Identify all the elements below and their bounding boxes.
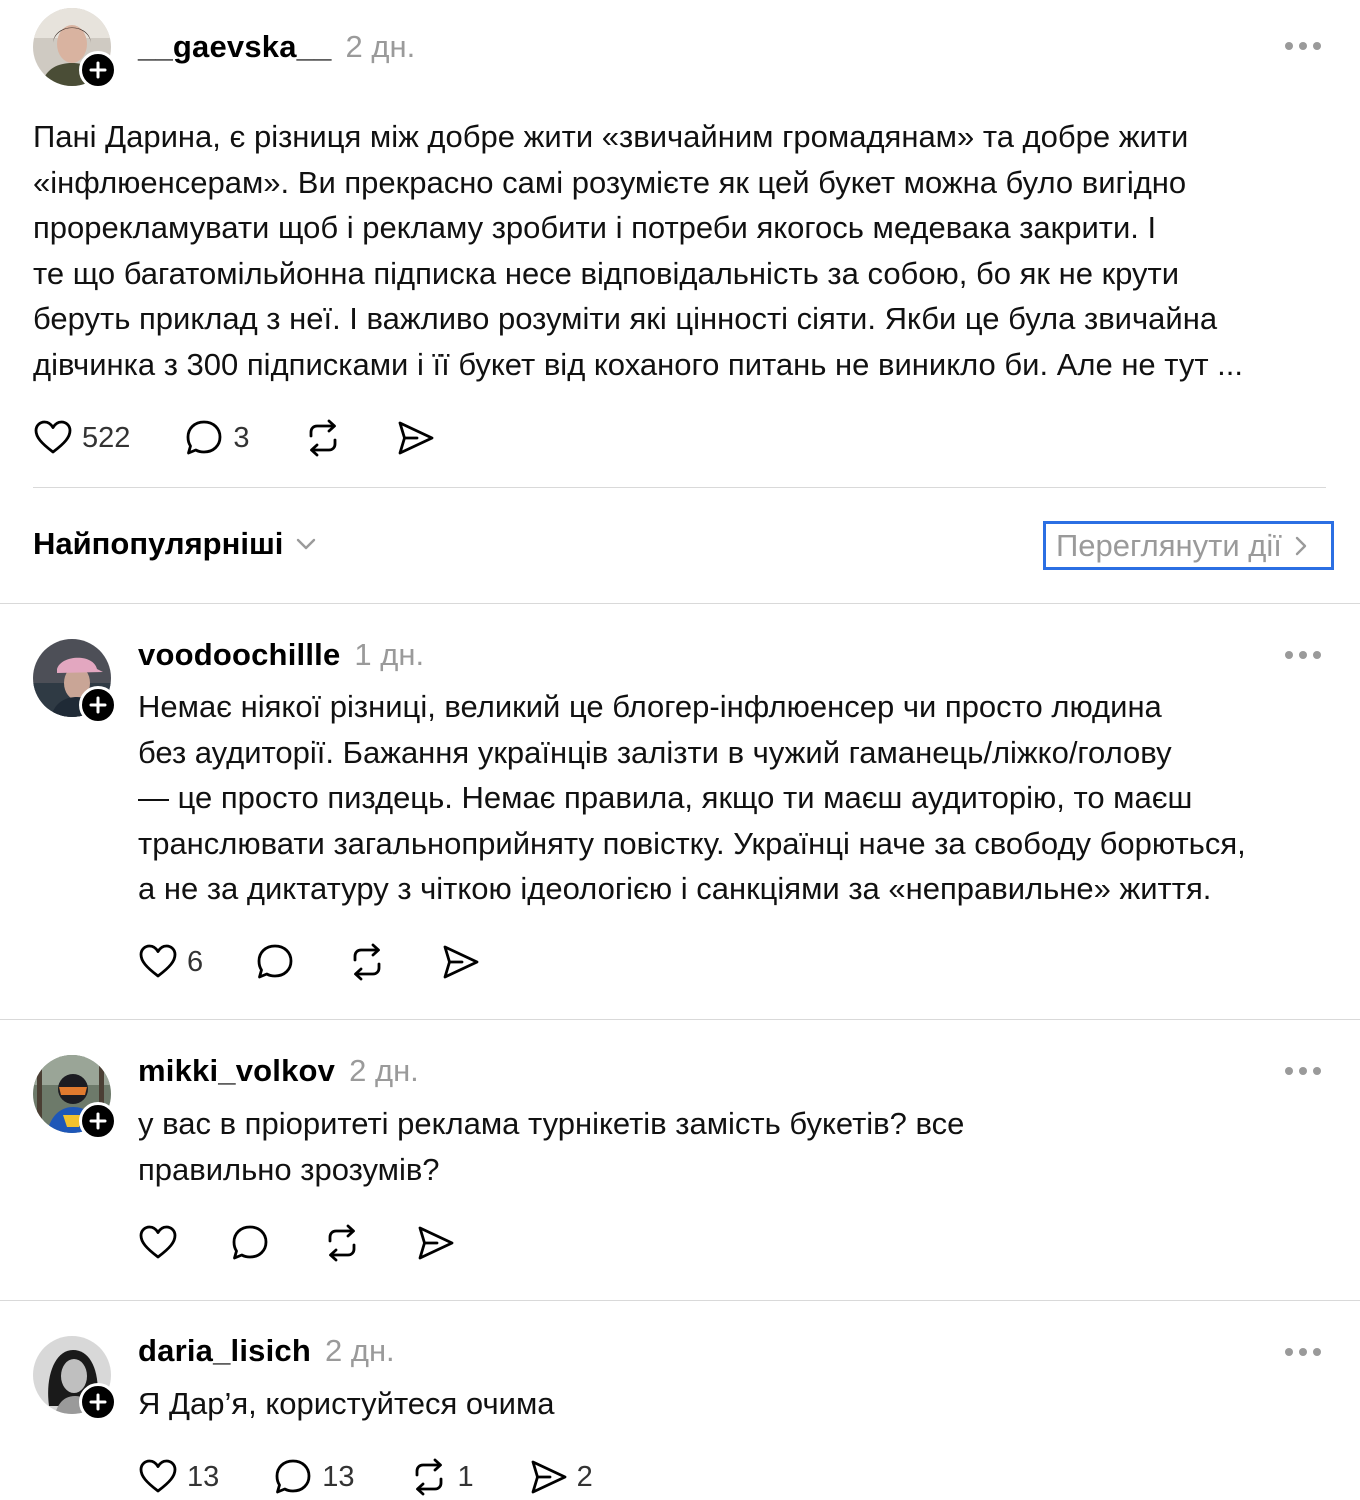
- send-icon: [528, 1457, 568, 1497]
- repost-icon: [409, 1457, 449, 1497]
- repost-icon: [347, 942, 387, 982]
- username[interactable]: voodoochillle: [138, 637, 340, 673]
- post-text-line: дівчинка з 300 підписками і її букет від…: [33, 346, 1243, 382]
- like-count: 6: [187, 945, 204, 978]
- comment-bubble-icon: [255, 942, 295, 982]
- send-icon: [395, 418, 435, 458]
- post-header: __gaevska__ 2 дн.: [138, 29, 415, 65]
- reply-text-line: — це просто пиздець. Немає правила, якщо…: [138, 780, 1193, 815]
- reply-actions: 13 13 1 2: [138, 1455, 593, 1499]
- heart-icon: [138, 1457, 178, 1497]
- follow-button[interactable]: [79, 51, 117, 89]
- post-text-line: беруть приклад з неї. І важливо розуміти…: [33, 301, 1218, 336]
- reply: mikki_volkov 2 дн. у вас в пріоритеті ре…: [0, 1020, 1360, 1300]
- repost-icon: [303, 418, 343, 458]
- heart-icon: [138, 1223, 178, 1263]
- reply: daria_lisich 2 дн. Я Дар’я, користуйтеся…: [0, 1301, 1360, 1500]
- timestamp: 2 дн.: [349, 1053, 419, 1088]
- plus-icon: [88, 695, 108, 715]
- chevron-right-icon: [1295, 536, 1307, 555]
- repost-button[interactable]: 1: [409, 1457, 474, 1497]
- heart-icon: [33, 418, 73, 458]
- reply-text-line: а не за диктатуру з чіткою ідеологією і …: [138, 871, 1212, 906]
- reply-header: voodoochillle 1 дн.: [138, 637, 424, 673]
- reply-text: Немає ніякої різниці, великий це блогер-…: [138, 684, 1338, 912]
- like-count: 13: [187, 1460, 220, 1493]
- like-count: 522: [82, 421, 131, 454]
- comment-button[interactable]: [230, 1223, 270, 1263]
- send-icon: [440, 942, 480, 982]
- reply-text-line: правильно зрозумів?: [138, 1151, 440, 1187]
- repost-button[interactable]: [347, 942, 387, 982]
- like-button[interactable]: [138, 1223, 178, 1263]
- send-icon: [415, 1223, 455, 1263]
- post-text-line: прорекламувати щоб і рекламу зробити і п…: [33, 210, 1157, 245]
- view-activity-label: Переглянути дії: [1056, 527, 1282, 563]
- reply-text-line: без аудиторії. Бажання українців залізти…: [138, 734, 1172, 770]
- post-text-line: те що багатомільйонна підписка несе відп…: [33, 255, 1180, 291]
- post-text-line: «інфлюенсерам». Ви прекрасно самі розумі…: [33, 164, 1187, 200]
- share-button[interactable]: [440, 942, 480, 982]
- comment-count: 13: [322, 1460, 355, 1493]
- reply-text: Я Дар’я, користуйтеся очима: [138, 1381, 1338, 1427]
- reply-text-line: транслювати загальноприйняту повістку. У…: [138, 825, 1246, 861]
- comment-button[interactable]: 3: [184, 418, 250, 458]
- post: __gaevska__ 2 дн. Пані Дарина, є різниця…: [0, 0, 1360, 488]
- more-dots-icon[interactable]: [1285, 40, 1325, 52]
- reply-text: у вас в пріоритеті реклама турнікетів за…: [138, 1101, 1338, 1192]
- reply: voodoochillle 1 дн. Немає ніякої різниці…: [0, 604, 1360, 1019]
- share-button[interactable]: 2: [528, 1457, 593, 1497]
- reply-text-line: у вас в пріоритеті реклама турнікетів за…: [138, 1106, 965, 1141]
- comment-bubble-icon: [184, 418, 224, 458]
- comment-bubble-icon: [230, 1223, 270, 1263]
- post-text: Пані Дарина, є різниця між добре жити «з…: [33, 114, 1333, 387]
- follow-button[interactable]: [79, 1383, 117, 1421]
- heart-icon: [138, 942, 178, 982]
- like-button[interactable]: 522: [33, 418, 130, 458]
- timestamp: 1 дн.: [354, 637, 425, 672]
- repost-button[interactable]: [322, 1223, 362, 1263]
- like-button[interactable]: 6: [138, 942, 203, 982]
- share-button[interactable]: [395, 418, 435, 458]
- more-dots-icon[interactable]: [1285, 649, 1325, 661]
- reply-text-line: Я Дар’я, користуйтеся очима: [138, 1386, 555, 1421]
- follow-button[interactable]: [79, 686, 117, 724]
- comment-bubble-icon: [273, 1457, 313, 1497]
- divider: [33, 487, 1326, 488]
- view-activity-button[interactable]: Переглянути дії: [1043, 521, 1334, 570]
- plus-icon: [88, 1111, 108, 1131]
- reply-actions: 6: [138, 940, 480, 984]
- post-text-line: Пані Дарина, є різниця між добре жити «з…: [33, 119, 1189, 154]
- repost-button[interactable]: [303, 418, 343, 458]
- follow-button[interactable]: [79, 1102, 117, 1140]
- reply-text-line: Немає ніякої різниці, великий це блогер-…: [138, 689, 1162, 724]
- chevron-down-icon: [297, 538, 316, 550]
- username[interactable]: mikki_volkov: [138, 1053, 335, 1089]
- reply-header: daria_lisich 2 дн.: [138, 1333, 395, 1369]
- share-button[interactable]: [415, 1223, 455, 1263]
- plus-icon: [88, 60, 108, 80]
- comment-button[interactable]: 13: [273, 1457, 355, 1497]
- sort-dropdown[interactable]: Найпопулярніші: [33, 526, 317, 562]
- repost-count: 1: [457, 1460, 474, 1493]
- timestamp: 2 дн.: [345, 29, 416, 64]
- like-button[interactable]: 13: [138, 1457, 219, 1497]
- plus-icon: [88, 1392, 108, 1412]
- more-dots-icon[interactable]: [1285, 1346, 1325, 1358]
- username[interactable]: daria_lisich: [138, 1333, 311, 1369]
- comment-button[interactable]: [255, 942, 295, 982]
- post-actions: 522 3: [33, 416, 435, 460]
- reply-actions: [138, 1221, 455, 1265]
- sort-label: Найпопулярніші: [33, 526, 284, 561]
- username[interactable]: __gaevska__: [138, 29, 332, 65]
- reply-header: mikki_volkov 2 дн.: [138, 1053, 419, 1089]
- more-dots-icon[interactable]: [1285, 1065, 1325, 1077]
- repost-icon: [322, 1223, 362, 1263]
- comment-count: 3: [233, 421, 250, 454]
- share-count: 2: [576, 1460, 593, 1493]
- timestamp: 2 дн.: [325, 1333, 395, 1368]
